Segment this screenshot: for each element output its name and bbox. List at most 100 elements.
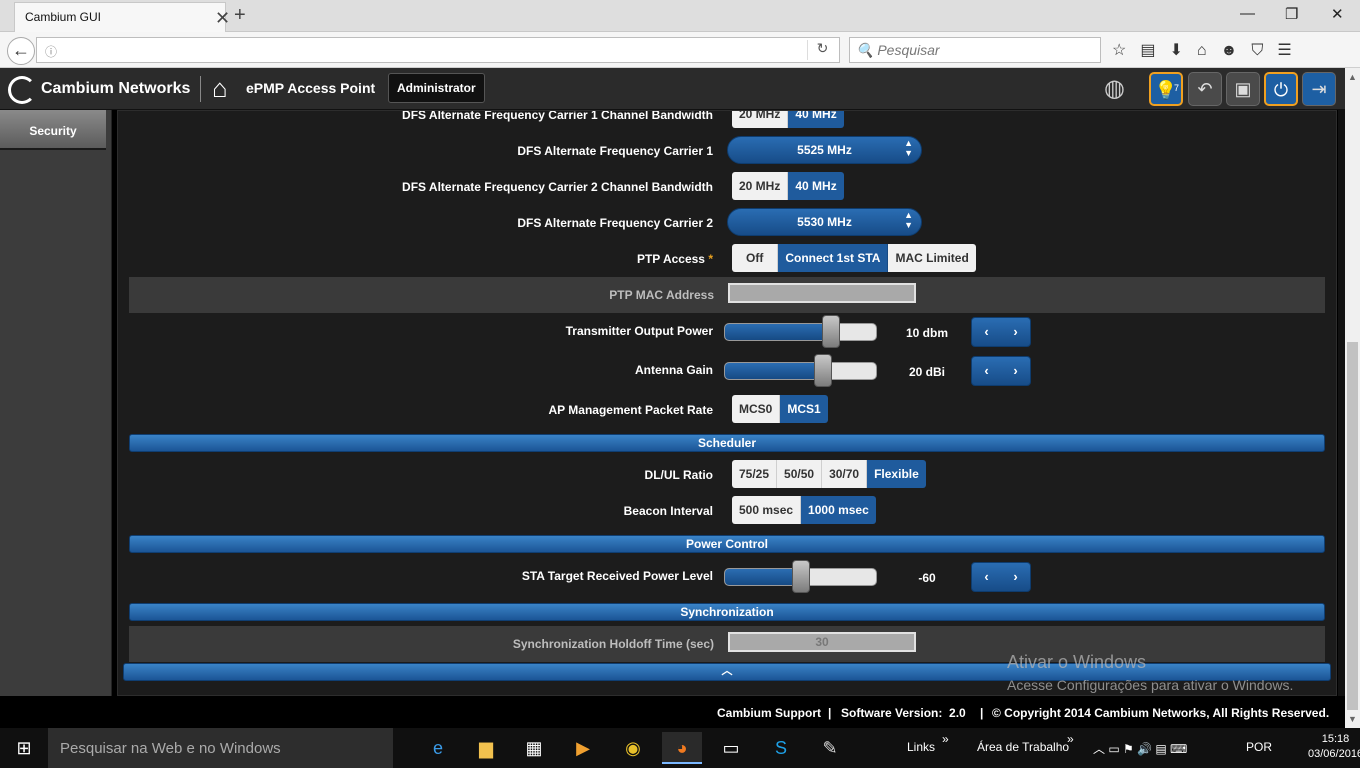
activation-watermark-text: Acesse Configurações para ativar o Windo… [1007,677,1294,693]
windows-start-icon[interactable]: ⊞ [0,728,48,768]
slider-handle[interactable] [792,560,810,593]
store-icon[interactable]: ▦ [514,732,554,764]
power-control-section-header[interactable]: Power Control [129,535,1325,553]
beacon-option-1000[interactable]: 1000 msec [801,496,876,524]
activation-watermark-title: Ativar o Windows [1007,652,1147,672]
tx-power-stepper: ‹ › [971,317,1031,347]
chevron-up-icon: ︿ [721,665,733,677]
terminal-icon[interactable]: ▭ [711,732,751,764]
dfs1-bw-option-20[interactable]: 20 MHz [732,111,789,128]
mgmt-rate-option-mcs1[interactable]: MCS1 [780,395,828,423]
scrollbar-thumb[interactable] [1347,342,1358,710]
synchronization-section-header[interactable]: Synchronization [129,603,1325,621]
sta-target-stepper: ‹ › [971,562,1031,592]
ratio-option-75-25[interactable]: 75/25 [732,460,778,488]
scroll-up-icon[interactable]: ▲ [1348,72,1357,82]
chevron-right-icon[interactable]: › [1001,318,1030,346]
slider-handle[interactable] [814,354,832,387]
mgmt-rate-option-mcs0[interactable]: MCS0 [732,395,781,423]
slider-fill [725,569,801,585]
chevron-right-icon[interactable]: › [1001,357,1030,385]
beacon-option-500[interactable]: 500 msec [732,496,802,524]
dfs2-bw-option-20[interactable]: 20 MHz [732,172,789,200]
url-bar[interactable]: ⓘ ↻ [36,37,840,63]
browser-search-input[interactable]: 🔍 Pesquisar [849,37,1101,63]
brand-name: Cambium Networks [41,80,191,97]
chevron-icon[interactable]: » [942,732,949,746]
dfs2-frequency-select[interactable]: 5530 MHz ▲ ▼ [727,208,922,236]
power-icon[interactable]: ⏻ [1264,72,1298,106]
beacon-interval-label: Beacon Interval [623,504,713,518]
language-indicator[interactable]: POR [1246,740,1272,754]
ptp-access-option-connect[interactable]: Connect 1st STA [778,244,889,272]
dfs1-bw-selector: 20 MHz 40 MHz [732,111,844,128]
edge-icon[interactable]: e [418,732,458,764]
globe-icon[interactable]: ◍ [1104,76,1125,102]
info-icon[interactable]: ⓘ [45,43,57,60]
menu-icon[interactable]: ☰ [1277,42,1305,59]
sta-target-label: STA Target Received Power Level [521,569,713,583]
scroll-down-icon[interactable]: ▼ [1348,714,1357,724]
ratio-option-flexible[interactable]: Flexible [867,460,926,488]
taskbar-clock[interactable]: 15:18 03/06/2016 [1308,732,1360,762]
paint-icon[interactable]: ✎ [810,732,850,764]
ratio-option-50-50[interactable]: 50/50 [777,460,823,488]
links-toolbar[interactable]: Links [907,740,935,754]
scheduler-section-header[interactable]: Scheduler [129,434,1325,452]
download-icon[interactable]: ⬇ [1169,42,1196,59]
home-icon[interactable]: ⌂ [212,74,228,102]
skype-icon[interactable]: S [761,732,801,764]
logout-icon[interactable]: ⇥ [1302,72,1336,106]
chevron-left-icon[interactable]: ‹ [972,318,1001,346]
tab-close-icon[interactable]: ✕ [215,9,230,27]
undo-icon[interactable]: ↶ [1188,72,1222,106]
reader-icon[interactable]: ▤ [1140,42,1169,59]
taskbar-search-input[interactable]: Pesquisar na Web e no Windows [48,728,393,768]
dfs2-bw-option-40[interactable]: 40 MHz [788,172,844,200]
browser-tab[interactable]: Cambium GUI ✕ [14,2,230,32]
back-arrow-icon[interactable]: ← [7,37,35,65]
star-icon[interactable]: ☆ [1112,42,1140,59]
dfs1-bw-option-40[interactable]: 40 MHz [788,111,844,128]
close-window-button[interactable]: ✕ [1331,5,1344,23]
file-explorer-icon[interactable]: ▆ [466,732,506,764]
slider-handle[interactable] [822,315,840,348]
chevron-icon[interactable]: » [1067,732,1074,746]
antenna-gain-stepper: ‹ › [971,356,1031,386]
sync-holdoff-input[interactable]: 30 [728,632,916,652]
firefox-icon[interactable]: ◕ [662,732,702,764]
pocket-icon[interactable]: ⛉ [1251,42,1277,59]
user-role-badge[interactable]: Administrator [388,73,485,103]
save-icon[interactable]: ▣ [1226,72,1260,106]
sidebar-item-security[interactable]: Security [0,110,106,150]
tray-icons[interactable]: ︿ ▭ ⚑ 🔊 ▤ ⌨ [1093,740,1187,757]
media-player-icon[interactable]: ▶ [563,732,603,764]
chevron-left-icon[interactable]: ‹ [972,357,1001,385]
lightbulb-icon[interactable]: 💡 7 [1149,72,1183,106]
sta-target-slider[interactable] [724,560,877,593]
ptp-access-option-mac[interactable]: MAC Limited [888,244,976,272]
new-tab-button[interactable]: + [234,4,246,27]
home-icon[interactable]: ⌂ [1197,42,1221,59]
mgmt-rate-selector: MCS0 MCS1 [732,395,828,423]
dfs1-frequency-select[interactable]: 5525 MHz ▲ ▼ [727,136,922,164]
chevron-left-icon[interactable]: ‹ [972,563,1001,591]
minimize-button[interactable]: — [1240,5,1255,22]
reload-icon[interactable]: ↻ [807,40,837,60]
header-divider [200,76,201,102]
antenna-gain-slider[interactable] [724,354,877,387]
ptp-access-label: PTP Access * [636,252,713,266]
desktop-toolbar[interactable]: Área de Trabalho [977,740,1069,754]
smiley-icon[interactable]: ☻ [1221,42,1252,59]
page-scrollbar[interactable]: ▲ ▼ [1345,68,1360,728]
cambium-logo-icon [8,76,36,104]
chrome-icon[interactable]: ◉ [613,732,653,764]
ptp-access-option-off[interactable]: Off [732,244,779,272]
support-link[interactable]: Cambium Support [717,706,821,720]
slider-fill [725,324,831,340]
chevron-right-icon[interactable]: › [1001,563,1030,591]
ptp-mac-input[interactable] [728,283,916,303]
tx-power-slider[interactable] [724,315,877,348]
maximize-button[interactable]: ❐ [1285,5,1298,23]
ratio-option-30-70[interactable]: 30/70 [822,460,868,488]
